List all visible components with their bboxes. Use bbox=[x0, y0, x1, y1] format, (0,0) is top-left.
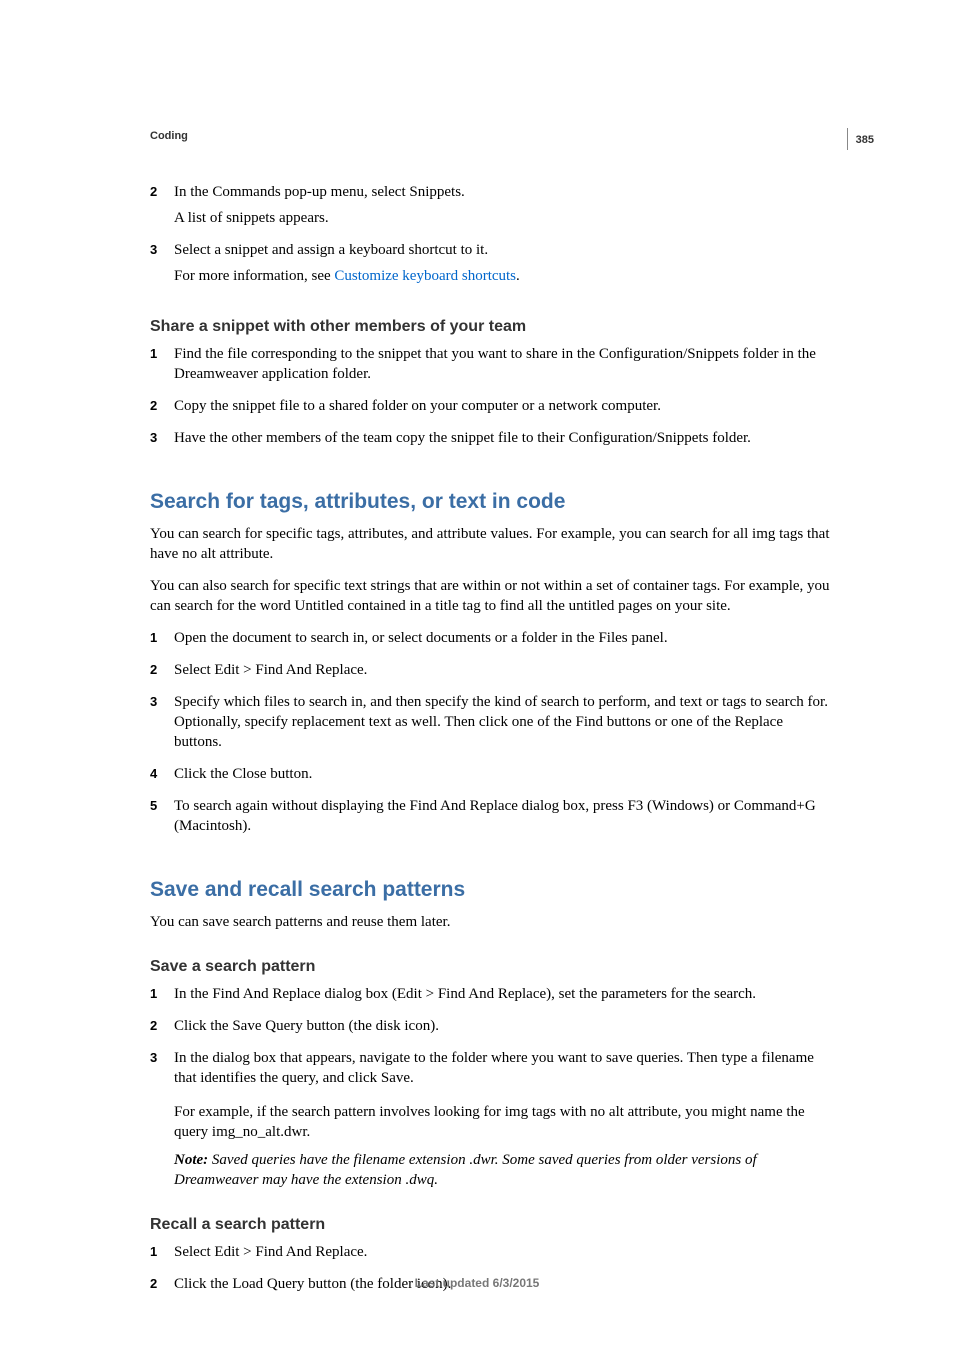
list-body: Specify which files to search in, and th… bbox=[174, 692, 834, 758]
list-item: 3 In the dialog box that appears, naviga… bbox=[150, 1048, 834, 1094]
heading-save-pattern: Save a search pattern bbox=[150, 958, 834, 976]
list-body: Click the Close button. bbox=[174, 764, 834, 790]
paragraph: In the Find And Replace dialog box (Edit… bbox=[174, 984, 834, 1004]
paragraph: Click the Close button. bbox=[174, 764, 834, 784]
list-number: 3 bbox=[150, 240, 174, 292]
list-body: Copy the snippet file to a shared folder… bbox=[174, 396, 834, 422]
heading-search-tags: Search for tags, attributes, or text in … bbox=[150, 490, 834, 514]
list-number: 3 bbox=[150, 428, 174, 454]
list-item: 5 To search again without displaying the… bbox=[150, 796, 834, 842]
list-item: 3 Select a snippet and assign a keyboard… bbox=[150, 240, 834, 292]
heading-share-snippet: Share a snippet with other members of yo… bbox=[150, 318, 834, 336]
paragraph: Open the document to search in, or selec… bbox=[174, 628, 834, 648]
breadcrumb: Coding bbox=[150, 130, 834, 142]
footer-last-updated: Last updated 6/3/2015 bbox=[0, 1276, 954, 1290]
paragraph: Select Edit > Find And Replace. bbox=[174, 660, 834, 680]
list-item: 1 Select Edit > Find And Replace. bbox=[150, 1242, 834, 1268]
list-item: 2 In the Commands pop-up menu, select Sn… bbox=[150, 182, 834, 234]
list-number: 2 bbox=[150, 660, 174, 686]
heading-save-recall: Save and recall search patterns bbox=[150, 878, 834, 902]
paragraph: Click the Save Query button (the disk ic… bbox=[174, 1016, 834, 1036]
paragraph: Copy the snippet file to a shared folder… bbox=[174, 396, 834, 416]
list-body: Open the document to search in, or selec… bbox=[174, 628, 834, 654]
list-number: 5 bbox=[150, 796, 174, 842]
paragraph: Have the other members of the team copy … bbox=[174, 428, 834, 448]
list-item: 1 In the Find And Replace dialog box (Ed… bbox=[150, 984, 834, 1010]
text: For more information, see bbox=[174, 268, 334, 284]
list-body: Select a snippet and assign a keyboard s… bbox=[174, 240, 834, 292]
paragraph: For more information, see Customize keyb… bbox=[174, 266, 834, 286]
paragraph: In the Commands pop-up menu, select Snip… bbox=[174, 182, 834, 202]
paragraph: Specify which files to search in, and th… bbox=[174, 692, 834, 752]
paragraph: For example, if the search pattern invol… bbox=[174, 1102, 834, 1142]
text: . bbox=[516, 268, 520, 284]
list-body: Find the file corresponding to the snipp… bbox=[174, 344, 834, 390]
heading-recall-pattern: Recall a search pattern bbox=[150, 1216, 834, 1234]
list-item: 4 Click the Close button. bbox=[150, 764, 834, 790]
list-item: 3 Have the other members of the team cop… bbox=[150, 428, 834, 454]
paragraph: A list of snippets appears. bbox=[174, 208, 834, 228]
list-number: 3 bbox=[150, 1048, 174, 1094]
page: 385 Coding 2 In the Commands pop-up menu… bbox=[0, 0, 954, 1350]
page-number: 385 bbox=[856, 134, 874, 146]
list-number: 2 bbox=[150, 182, 174, 234]
note-body: Saved queries have the filename extensio… bbox=[174, 1152, 757, 1188]
paragraph: To search again without displaying the F… bbox=[174, 796, 834, 836]
list-item: 1 Find the file corresponding to the sni… bbox=[150, 344, 834, 390]
paragraph: Find the file corresponding to the snipp… bbox=[174, 344, 834, 384]
list-number: 4 bbox=[150, 764, 174, 790]
list-number: 1 bbox=[150, 984, 174, 1010]
list-item: 1 Open the document to search in, or sel… bbox=[150, 628, 834, 654]
list-item: 2 Select Edit > Find And Replace. bbox=[150, 660, 834, 686]
paragraph: In the dialog box that appears, navigate… bbox=[174, 1048, 834, 1088]
list-body: To search again without displaying the F… bbox=[174, 796, 834, 842]
list-number: 1 bbox=[150, 344, 174, 390]
list-number: 2 bbox=[150, 396, 174, 422]
paragraph: You can save search patterns and reuse t… bbox=[150, 912, 834, 932]
list-number: 3 bbox=[150, 692, 174, 758]
list-body: In the Find And Replace dialog box (Edit… bbox=[174, 984, 834, 1010]
paragraph: Select Edit > Find And Replace. bbox=[174, 1242, 834, 1262]
list-body: Select Edit > Find And Replace. bbox=[174, 1242, 834, 1268]
note: Note: Saved queries have the filename ex… bbox=[174, 1150, 834, 1190]
link-customize-shortcuts[interactable]: Customize keyboard shortcuts bbox=[334, 268, 516, 284]
paragraph: Select a snippet and assign a keyboard s… bbox=[174, 240, 834, 260]
paragraph: You can also search for specific text st… bbox=[150, 576, 834, 616]
list-item: 2 Click the Save Query button (the disk … bbox=[150, 1016, 834, 1042]
page-number-wrap: 385 bbox=[847, 128, 874, 150]
list-number: 1 bbox=[150, 628, 174, 654]
list-body: Select Edit > Find And Replace. bbox=[174, 660, 834, 686]
list-body: Click the Save Query button (the disk ic… bbox=[174, 1016, 834, 1042]
list-number: 1 bbox=[150, 1242, 174, 1268]
list-number: 2 bbox=[150, 1016, 174, 1042]
list-body: In the dialog box that appears, navigate… bbox=[174, 1048, 834, 1094]
list-item: 3 Specify which files to search in, and … bbox=[150, 692, 834, 758]
note-label: Note: bbox=[174, 1152, 212, 1168]
paragraph: You can search for specific tags, attrib… bbox=[150, 524, 834, 564]
list-body: In the Commands pop-up menu, select Snip… bbox=[174, 182, 834, 234]
list-item: 2 Copy the snippet file to a shared fold… bbox=[150, 396, 834, 422]
list-body: Have the other members of the team copy … bbox=[174, 428, 834, 454]
